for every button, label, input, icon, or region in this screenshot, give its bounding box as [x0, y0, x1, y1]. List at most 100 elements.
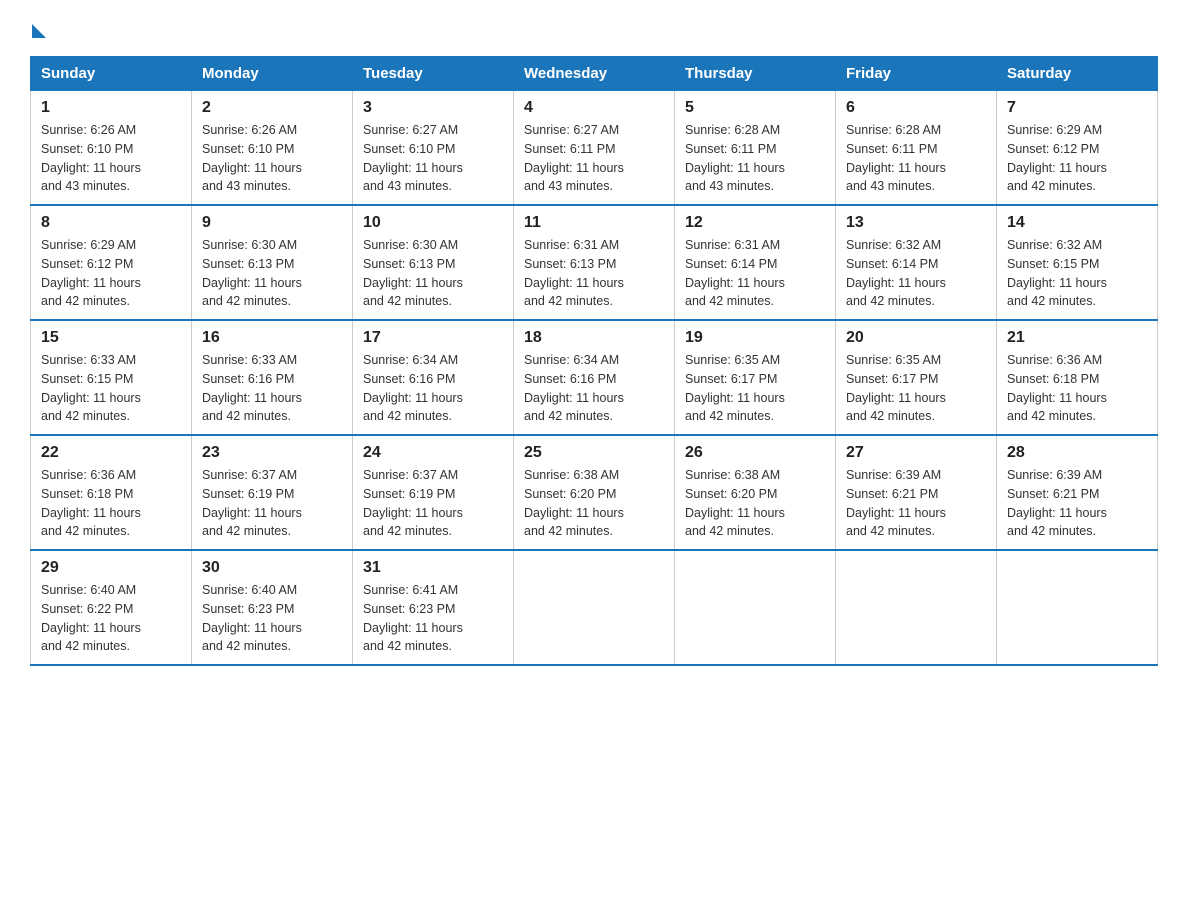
day-number: 3 — [363, 99, 503, 117]
day-number: 29 — [41, 559, 181, 577]
day-info: Sunrise: 6:38 AM Sunset: 6:20 PM Dayligh… — [685, 466, 825, 541]
day-number: 18 — [524, 329, 664, 347]
day-number: 17 — [363, 329, 503, 347]
day-info: Sunrise: 6:36 AM Sunset: 6:18 PM Dayligh… — [1007, 351, 1147, 426]
day-number: 24 — [363, 444, 503, 462]
day-info: Sunrise: 6:33 AM Sunset: 6:15 PM Dayligh… — [41, 351, 181, 426]
calendar-cell: 5 Sunrise: 6:28 AM Sunset: 6:11 PM Dayli… — [675, 91, 836, 206]
calendar-cell — [514, 550, 675, 665]
day-info: Sunrise: 6:40 AM Sunset: 6:22 PM Dayligh… — [41, 581, 181, 656]
calendar-table: SundayMondayTuesdayWednesdayThursdayFrid… — [30, 56, 1158, 666]
page-header — [30, 20, 1158, 38]
calendar-cell: 14 Sunrise: 6:32 AM Sunset: 6:15 PM Dayl… — [997, 205, 1158, 320]
day-number: 14 — [1007, 214, 1147, 232]
day-info: Sunrise: 6:41 AM Sunset: 6:23 PM Dayligh… — [363, 581, 503, 656]
day-info: Sunrise: 6:31 AM Sunset: 6:13 PM Dayligh… — [524, 236, 664, 311]
day-info: Sunrise: 6:33 AM Sunset: 6:16 PM Dayligh… — [202, 351, 342, 426]
day-info: Sunrise: 6:38 AM Sunset: 6:20 PM Dayligh… — [524, 466, 664, 541]
day-number: 23 — [202, 444, 342, 462]
calendar-cell: 1 Sunrise: 6:26 AM Sunset: 6:10 PM Dayli… — [31, 91, 192, 206]
day-info: Sunrise: 6:36 AM Sunset: 6:18 PM Dayligh… — [41, 466, 181, 541]
day-number: 11 — [524, 214, 664, 232]
calendar-cell: 10 Sunrise: 6:30 AM Sunset: 6:13 PM Dayl… — [353, 205, 514, 320]
day-info: Sunrise: 6:34 AM Sunset: 6:16 PM Dayligh… — [363, 351, 503, 426]
calendar-cell: 8 Sunrise: 6:29 AM Sunset: 6:12 PM Dayli… — [31, 205, 192, 320]
calendar-cell: 29 Sunrise: 6:40 AM Sunset: 6:22 PM Dayl… — [31, 550, 192, 665]
day-info: Sunrise: 6:30 AM Sunset: 6:13 PM Dayligh… — [363, 236, 503, 311]
day-number: 2 — [202, 99, 342, 117]
calendar-cell: 2 Sunrise: 6:26 AM Sunset: 6:10 PM Dayli… — [192, 91, 353, 206]
calendar-cell: 12 Sunrise: 6:31 AM Sunset: 6:14 PM Dayl… — [675, 205, 836, 320]
day-info: Sunrise: 6:32 AM Sunset: 6:15 PM Dayligh… — [1007, 236, 1147, 311]
day-number: 25 — [524, 444, 664, 462]
calendar-cell: 30 Sunrise: 6:40 AM Sunset: 6:23 PM Dayl… — [192, 550, 353, 665]
calendar-cell: 9 Sunrise: 6:30 AM Sunset: 6:13 PM Dayli… — [192, 205, 353, 320]
logo — [30, 20, 46, 38]
day-info: Sunrise: 6:37 AM Sunset: 6:19 PM Dayligh… — [363, 466, 503, 541]
weekday-header-saturday: Saturday — [997, 57, 1158, 91]
day-info: Sunrise: 6:39 AM Sunset: 6:21 PM Dayligh… — [1007, 466, 1147, 541]
day-info: Sunrise: 6:30 AM Sunset: 6:13 PM Dayligh… — [202, 236, 342, 311]
calendar-week-row: 1 Sunrise: 6:26 AM Sunset: 6:10 PM Dayli… — [31, 91, 1158, 206]
day-info: Sunrise: 6:27 AM Sunset: 6:10 PM Dayligh… — [363, 121, 503, 196]
day-info: Sunrise: 6:35 AM Sunset: 6:17 PM Dayligh… — [846, 351, 986, 426]
weekday-header-friday: Friday — [836, 57, 997, 91]
day-number: 22 — [41, 444, 181, 462]
weekday-header-monday: Monday — [192, 57, 353, 91]
calendar-cell — [836, 550, 997, 665]
calendar-cell: 17 Sunrise: 6:34 AM Sunset: 6:16 PM Dayl… — [353, 320, 514, 435]
calendar-cell: 3 Sunrise: 6:27 AM Sunset: 6:10 PM Dayli… — [353, 91, 514, 206]
calendar-cell — [997, 550, 1158, 665]
calendar-cell: 22 Sunrise: 6:36 AM Sunset: 6:18 PM Dayl… — [31, 435, 192, 550]
calendar-cell: 25 Sunrise: 6:38 AM Sunset: 6:20 PM Dayl… — [514, 435, 675, 550]
calendar-week-row: 22 Sunrise: 6:36 AM Sunset: 6:18 PM Dayl… — [31, 435, 1158, 550]
day-number: 26 — [685, 444, 825, 462]
calendar-cell — [675, 550, 836, 665]
calendar-cell: 26 Sunrise: 6:38 AM Sunset: 6:20 PM Dayl… — [675, 435, 836, 550]
calendar-cell: 20 Sunrise: 6:35 AM Sunset: 6:17 PM Dayl… — [836, 320, 997, 435]
day-number: 19 — [685, 329, 825, 347]
day-info: Sunrise: 6:34 AM Sunset: 6:16 PM Dayligh… — [524, 351, 664, 426]
day-number: 7 — [1007, 99, 1147, 117]
day-number: 6 — [846, 99, 986, 117]
calendar-cell: 13 Sunrise: 6:32 AM Sunset: 6:14 PM Dayl… — [836, 205, 997, 320]
day-number: 13 — [846, 214, 986, 232]
calendar-cell: 7 Sunrise: 6:29 AM Sunset: 6:12 PM Dayli… — [997, 91, 1158, 206]
calendar-cell: 16 Sunrise: 6:33 AM Sunset: 6:16 PM Dayl… — [192, 320, 353, 435]
weekday-header-row: SundayMondayTuesdayWednesdayThursdayFrid… — [31, 57, 1158, 91]
day-number: 15 — [41, 329, 181, 347]
day-number: 1 — [41, 99, 181, 117]
day-info: Sunrise: 6:26 AM Sunset: 6:10 PM Dayligh… — [202, 121, 342, 196]
day-info: Sunrise: 6:27 AM Sunset: 6:11 PM Dayligh… — [524, 121, 664, 196]
day-info: Sunrise: 6:40 AM Sunset: 6:23 PM Dayligh… — [202, 581, 342, 656]
calendar-week-row: 29 Sunrise: 6:40 AM Sunset: 6:22 PM Dayl… — [31, 550, 1158, 665]
logo-arrow-icon — [32, 24, 46, 38]
day-number: 27 — [846, 444, 986, 462]
day-info: Sunrise: 6:26 AM Sunset: 6:10 PM Dayligh… — [41, 121, 181, 196]
day-info: Sunrise: 6:35 AM Sunset: 6:17 PM Dayligh… — [685, 351, 825, 426]
calendar-cell: 4 Sunrise: 6:27 AM Sunset: 6:11 PM Dayli… — [514, 91, 675, 206]
calendar-cell: 19 Sunrise: 6:35 AM Sunset: 6:17 PM Dayl… — [675, 320, 836, 435]
day-info: Sunrise: 6:29 AM Sunset: 6:12 PM Dayligh… — [1007, 121, 1147, 196]
day-info: Sunrise: 6:28 AM Sunset: 6:11 PM Dayligh… — [846, 121, 986, 196]
day-number: 12 — [685, 214, 825, 232]
day-number: 5 — [685, 99, 825, 117]
weekday-header-wednesday: Wednesday — [514, 57, 675, 91]
day-info: Sunrise: 6:31 AM Sunset: 6:14 PM Dayligh… — [685, 236, 825, 311]
day-info: Sunrise: 6:32 AM Sunset: 6:14 PM Dayligh… — [846, 236, 986, 311]
day-number: 28 — [1007, 444, 1147, 462]
calendar-cell: 28 Sunrise: 6:39 AM Sunset: 6:21 PM Dayl… — [997, 435, 1158, 550]
calendar-cell: 31 Sunrise: 6:41 AM Sunset: 6:23 PM Dayl… — [353, 550, 514, 665]
calendar-cell: 24 Sunrise: 6:37 AM Sunset: 6:19 PM Dayl… — [353, 435, 514, 550]
calendar-week-row: 8 Sunrise: 6:29 AM Sunset: 6:12 PM Dayli… — [31, 205, 1158, 320]
weekday-header-thursday: Thursday — [675, 57, 836, 91]
day-number: 21 — [1007, 329, 1147, 347]
day-number: 20 — [846, 329, 986, 347]
weekday-header-tuesday: Tuesday — [353, 57, 514, 91]
day-info: Sunrise: 6:28 AM Sunset: 6:11 PM Dayligh… — [685, 121, 825, 196]
day-number: 31 — [363, 559, 503, 577]
day-number: 8 — [41, 214, 181, 232]
day-info: Sunrise: 6:29 AM Sunset: 6:12 PM Dayligh… — [41, 236, 181, 311]
day-number: 10 — [363, 214, 503, 232]
calendar-cell: 27 Sunrise: 6:39 AM Sunset: 6:21 PM Dayl… — [836, 435, 997, 550]
